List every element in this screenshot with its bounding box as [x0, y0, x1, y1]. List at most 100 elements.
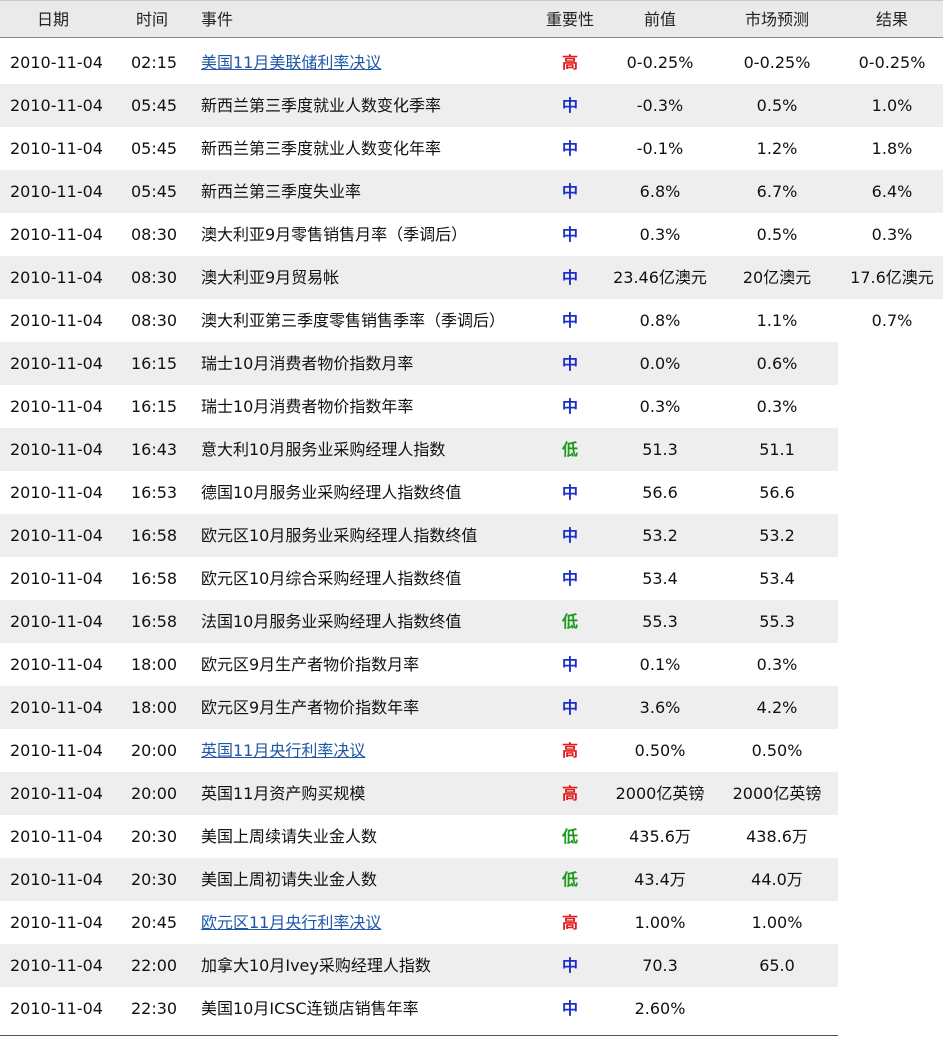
header-previous: 前值: [643, 10, 676, 29]
importance-badge: 中: [561, 526, 578, 545]
table-row: 2010-11-04 20:30 美国上周续请失业金人数 低 435.6万 438.6万: [0, 815, 943, 858]
cell-previous: 43.4万: [634, 870, 686, 889]
cell-previous: 51.3: [642, 440, 678, 459]
cell-event: 瑞士10月消费者物价指数年率: [201, 397, 414, 416]
importance-badge: 中: [561, 182, 578, 201]
importance-badge: 中: [561, 397, 578, 416]
cell-time: 16:15: [131, 397, 178, 416]
importance-badge: 中: [561, 483, 578, 502]
table-row: 2010-11-04 16:15 瑞士10月消费者物价指数年率 中 0.3% 0.3%: [0, 385, 943, 428]
cell-event: 欧元区9月生产者物价指数年率: [201, 698, 420, 717]
cell-forecast: 0.3%: [756, 655, 798, 674]
cell-forecast: 0.5%: [756, 225, 798, 244]
table-row: 2010-11-04 05:45 新西兰第三季度失业率 中 6.8% 6.7% 6.4%: [0, 170, 943, 213]
importance-badge: 高: [561, 741, 578, 760]
table-row: 2010-11-04 20:30 美国上周初请失业金人数 低 43.4万 44.0万: [0, 858, 943, 901]
importance-badge: 低: [561, 870, 578, 889]
cell-date: 2010-11-04: [10, 612, 103, 631]
cell-time: 20:45: [131, 913, 178, 932]
cell-date: 2010-11-04: [10, 397, 103, 416]
cell-forecast: 44.0万: [751, 870, 803, 889]
cell-result: [844, 557, 940, 600]
cell-date: 2010-11-04: [10, 311, 103, 330]
cell-time: 05:45: [131, 139, 178, 158]
table-row: 2010-11-04 16:53 德国10月服务业采购经理人指数终值 中 56.6 56.…: [0, 471, 943, 514]
cell-result: [844, 901, 940, 944]
cell-time: 20:30: [131, 827, 178, 846]
cell-event: 欧元区10月综合采购经理人指数终值: [201, 569, 462, 588]
cell-forecast: 2000亿英镑: [732, 784, 822, 803]
cell-result: 6.4%: [871, 182, 913, 201]
cell-event: 澳大利亚第三季度零售销售季率（季调后）: [201, 311, 506, 330]
cell-time: 16:15: [131, 354, 178, 373]
table-row: 2010-11-04 02:15 美国11月美联储利率决议 高 0-0.25% 0-0.2…: [0, 41, 943, 84]
table-row: 2010-11-04 16:58 法国10月服务业采购经理人指数终值 低 55.3 55.…: [0, 600, 943, 643]
cell-previous: 0.3%: [639, 225, 681, 244]
cell-date: 2010-11-04: [10, 655, 103, 674]
cell-previous: 0-0.25%: [626, 53, 694, 72]
cell-date: 2010-11-04: [10, 440, 103, 459]
table-row: 2010-11-04 08:30 澳大利亚第三季度零售销售季率（季调后） 中 0.8% 1…: [0, 299, 943, 342]
cell-previous: 3.6%: [639, 698, 681, 717]
table-row: 2010-11-04 05:45 新西兰第三季度就业人数变化季率 中 -0.3% 0.5%…: [0, 84, 943, 127]
cell-time: 16:58: [131, 612, 178, 631]
cell-result: 1.8%: [871, 139, 913, 158]
cell-time: 22:30: [131, 999, 178, 1018]
cell-previous: 0.3%: [639, 397, 681, 416]
cell-previous: 53.4: [642, 569, 678, 588]
cell-event: 澳大利亚9月贸易帐: [201, 268, 340, 287]
header-event: 事件: [201, 10, 234, 29]
event-link[interactable]: 英国11月央行利率决议: [201, 729, 365, 772]
table-row: 2010-11-04 16:43 意大利10月服务业采购经理人指数 低 51.3 51.1: [0, 428, 943, 471]
cell-time: 08:30: [131, 268, 178, 287]
cell-event: 新西兰第三季度就业人数变化季率: [201, 96, 442, 115]
cell-result: [844, 385, 940, 428]
cell-date: 2010-11-04: [10, 268, 103, 287]
cell-event: 瑞士10月消费者物价指数月率: [201, 354, 414, 373]
cell-event: 澳大利亚9月零售销售月率（季调后）: [201, 225, 468, 244]
cell-time: 20:30: [131, 870, 178, 889]
cell-forecast: 65.0: [759, 956, 795, 975]
cell-date: 2010-11-04: [10, 483, 103, 502]
cell-previous: 0.8%: [639, 311, 681, 330]
cell-date: 2010-11-04: [10, 225, 103, 244]
cell-time: 08:30: [131, 311, 178, 330]
importance-badge: 中: [561, 999, 578, 1018]
cell-event: 新西兰第三季度失业率: [201, 182, 362, 201]
cell-date: 2010-11-04: [10, 827, 103, 846]
table-bottom-border: [0, 1035, 838, 1036]
cell-forecast: [722, 987, 832, 1030]
header-importance: 重要性: [545, 10, 594, 29]
cell-forecast: 56.6: [759, 483, 795, 502]
cell-forecast: 1.1%: [756, 311, 798, 330]
cell-time: 16:58: [131, 526, 178, 545]
cell-result: 1.0%: [871, 96, 913, 115]
cell-result: 0.3%: [871, 225, 913, 244]
cell-result: [844, 772, 940, 815]
cell-time: 20:00: [131, 741, 178, 760]
cell-previous: 23.46亿澳元: [613, 268, 707, 287]
cell-date: 2010-11-04: [10, 53, 103, 72]
cell-event: 美国上周初请失业金人数: [201, 870, 378, 889]
cell-result: [844, 686, 940, 729]
event-link[interactable]: 美国11月美联储利率决议: [201, 41, 381, 84]
cell-result: 0.7%: [871, 311, 913, 330]
cell-result: [844, 471, 940, 514]
cell-event: 美国10月ICSC连锁店销售年率: [201, 999, 419, 1018]
cell-previous: 0.1%: [639, 655, 681, 674]
cell-forecast: 6.7%: [756, 182, 798, 201]
cell-forecast: 0.5%: [756, 96, 798, 115]
cell-event: 欧元区9月生产者物价指数月率: [201, 655, 420, 674]
cell-event: 新西兰第三季度就业人数变化年率: [201, 139, 442, 158]
importance-badge: 中: [561, 698, 578, 717]
cell-previous: 53.2: [642, 526, 678, 545]
table-row: 2010-11-04 20:45 欧元区11月央行利率决议 高 1.00% 1.00%: [0, 901, 943, 944]
event-link[interactable]: 欧元区11月央行利率决议: [201, 901, 381, 944]
cell-result: [844, 815, 940, 858]
cell-result: 0-0.25%: [858, 53, 926, 72]
cell-forecast: 0-0.25%: [743, 53, 811, 72]
cell-forecast: 4.2%: [756, 698, 798, 717]
cell-previous: -0.3%: [636, 96, 684, 115]
cell-previous: 55.3: [642, 612, 678, 631]
importance-badge: 中: [561, 655, 578, 674]
